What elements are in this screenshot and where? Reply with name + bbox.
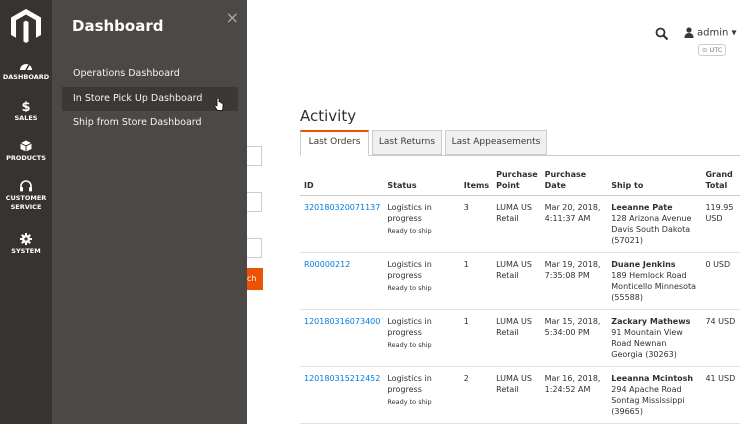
- order-purchase-point: LUMA US Retail: [492, 195, 541, 253]
- order-id-link[interactable]: 120180316073400: [304, 317, 380, 326]
- ship-to-address: 91 Mountain View Road Newnan Georgia (30…: [611, 328, 683, 359]
- column-header[interactable]: Ship to: [607, 166, 702, 196]
- order-substatus: Ready to ship: [387, 227, 432, 235]
- column-header[interactable]: Purchase Point: [492, 166, 541, 196]
- cube-icon: [20, 140, 32, 152]
- search-icon[interactable]: [655, 27, 669, 41]
- table-row: R00000212 Logistics in progress Ready to …: [300, 252, 740, 310]
- ship-to-address: 189 Hemlock Road Monticello Minnesota (5…: [611, 271, 696, 302]
- ship-to-address: 294 Apache Road Sontag Mississippi (3966…: [611, 385, 685, 416]
- tab-last-returns[interactable]: Last Returns: [372, 130, 442, 155]
- column-header[interactable]: Items: [459, 166, 493, 196]
- column-header[interactable]: ID: [300, 166, 384, 196]
- order-purchase-point: LUMA US Retail: [492, 366, 541, 424]
- column-header[interactable]: Status: [383, 166, 460, 196]
- dollar-icon: $: [21, 100, 30, 112]
- admin-user-menu[interactable]: admin ▾: [684, 27, 737, 39]
- magento-logo-icon[interactable]: [10, 8, 42, 44]
- order-items: 2: [459, 366, 493, 424]
- order-items: 1: [459, 309, 493, 367]
- rail-item-label: Customer Service: [5, 194, 47, 211]
- tab-last-appeasements[interactable]: Last Appeasements: [445, 130, 547, 155]
- hidden-input-field[interactable]: [247, 238, 262, 258]
- ship-to-name: Duane Jenkins: [611, 260, 676, 269]
- ship-to-name: Leeanne Pate: [611, 203, 673, 212]
- svg-text:$: $: [21, 100, 30, 112]
- order-status: Logistics in progress: [387, 317, 432, 337]
- ship-to-name: Zackary Mathews: [611, 317, 691, 326]
- gear-icon: [20, 233, 32, 245]
- order-id-link[interactable]: 120180315212452: [304, 374, 380, 383]
- order-grand-total: 41 USD: [701, 366, 740, 424]
- rail-item-label: Dashboard: [2, 73, 50, 81]
- admin-sidebar: Dashboard $ Sales Products Customer Serv…: [0, 0, 52, 424]
- ship-to-address: 128 Arizona Avenue Davis South Dakota (5…: [611, 214, 692, 245]
- rail-item-products[interactable]: Products: [0, 140, 52, 163]
- table-row: 320180320071137 Logistics in progress Rea…: [300, 195, 740, 253]
- hidden-search-button[interactable]: ch: [247, 268, 263, 290]
- order-purchase-date: Mar 20, 2018, 4:11:37 AM: [540, 195, 608, 253]
- hidden-input-field[interactable]: [247, 192, 262, 212]
- table-row: 120180316073400 Logistics in progress Rea…: [300, 309, 740, 367]
- ship-to-name: Leeanna Mcintosh: [611, 374, 694, 383]
- timezone-badge: ⊙ UTC: [698, 44, 727, 56]
- menu-item-ship-from-store-dashboard[interactable]: Ship from Store Dashboard: [62, 111, 238, 135]
- order-status: Logistics in progress: [387, 374, 432, 394]
- order-items: 3: [459, 195, 493, 253]
- order-substatus: Ready to ship: [387, 284, 432, 292]
- hidden-input-field[interactable]: [247, 146, 262, 166]
- column-header[interactable]: Grand Total: [701, 166, 740, 196]
- order-purchase-date: Mar 19, 2018, 7:35:08 PM: [540, 252, 608, 310]
- activity-title: Activity: [300, 107, 357, 125]
- order-status: Logistics in progress: [387, 203, 432, 223]
- order-id-link[interactable]: R00000212: [304, 260, 350, 269]
- order-substatus: Ready to ship: [387, 398, 432, 406]
- table-row: 120180315212452 Logistics in progress Rea…: [300, 366, 740, 424]
- rail-item-label: Products: [6, 154, 46, 162]
- dashboard-flyout-menu: Dashboard × Operations Dashboard In Stor…: [52, 0, 247, 424]
- flyout-title: Dashboard: [72, 17, 164, 35]
- order-purchase-point: LUMA US Retail: [492, 309, 541, 367]
- rail-item-label: System: [11, 247, 41, 255]
- order-items: 1: [459, 252, 493, 310]
- order-purchase-date: Mar 15, 2018, 5:34:00 PM: [540, 309, 608, 367]
- order-grand-total: 0 USD: [701, 252, 740, 310]
- timezone-label: UTC: [709, 46, 723, 54]
- order-status: Logistics in progress: [387, 260, 432, 280]
- menu-item-operations-dashboard[interactable]: Operations Dashboard: [62, 62, 238, 86]
- hand-cursor-icon: [214, 98, 224, 111]
- column-header[interactable]: Purchase Date: [540, 166, 608, 196]
- order-purchase-point: LUMA US Retail: [492, 252, 541, 310]
- tab-last-orders[interactable]: Last Orders: [300, 130, 369, 156]
- rail-item-dashboard[interactable]: Dashboard: [0, 60, 52, 82]
- rail-item-sales[interactable]: $ Sales: [0, 100, 52, 123]
- rail-item-system[interactable]: System: [0, 233, 52, 256]
- close-icon[interactable]: ×: [226, 8, 239, 27]
- order-id-link[interactable]: 320180320071137: [304, 203, 380, 212]
- rail-item-label: Sales: [14, 114, 38, 122]
- orders-table: ID Status Items Purchase Point Purchase …: [300, 166, 740, 424]
- order-substatus: Ready to ship: [387, 341, 432, 349]
- order-purchase-date: Mar 16, 2018, 1:24:52 AM: [540, 366, 608, 424]
- menu-item-in-store-pickup-dashboard[interactable]: In Store Pick Up Dashboard: [62, 87, 238, 111]
- headset-icon: [20, 180, 32, 192]
- rail-item-customer-service[interactable]: Customer Service: [0, 180, 52, 212]
- dashboard-icon: [20, 64, 32, 71]
- order-grand-total: 119.95 USD: [701, 195, 740, 253]
- user-icon: [684, 27, 694, 38]
- admin-username: admin ▾: [697, 27, 737, 39]
- order-grand-total: 74 USD: [701, 309, 740, 367]
- table-header-row: ID Status Items Purchase Point Purchase …: [300, 166, 740, 196]
